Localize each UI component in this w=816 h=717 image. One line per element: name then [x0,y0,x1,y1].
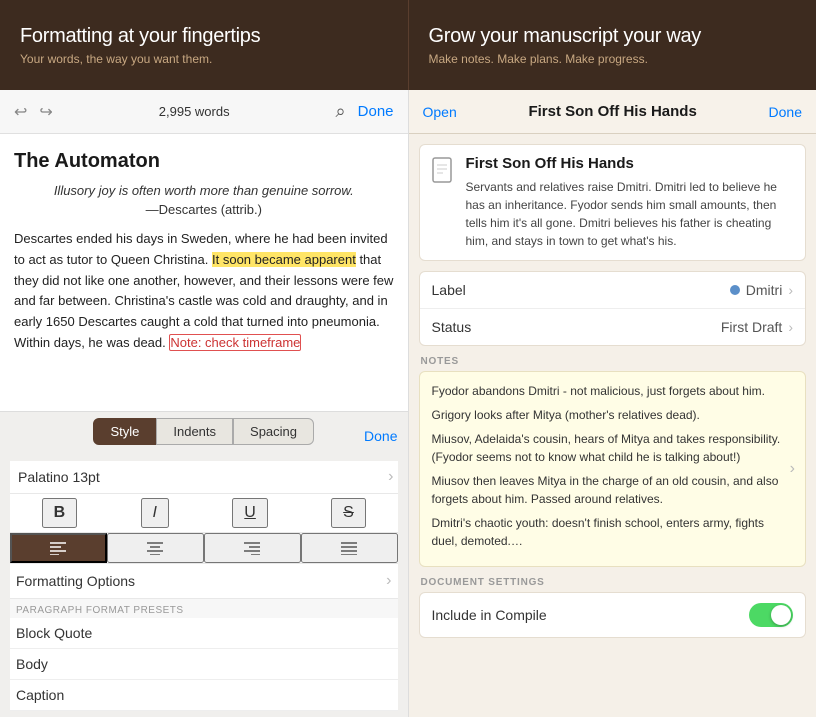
nav-right: ⌕ Done [336,101,394,122]
doc-title: The Automaton [14,150,394,173]
search-icon[interactable]: ⌕ [336,101,346,122]
status-arrow: › [788,319,793,335]
banner-right: Grow your manuscript your way Make notes… [409,0,816,90]
left-panel: ↩ ↪ 2,995 words ⌕ Done The Automaton Ill… [0,90,409,717]
right-content: First Son Off His Hands Servants and rel… [409,134,816,717]
banner-left: Formatting at your fingertips Your words… [0,0,409,90]
ios-nav-bar: ↩ ↪ 2,995 words ⌕ Done [0,90,408,134]
note-2: Grigory looks after Mitya (mother's rela… [432,406,794,424]
label-value: Dmitri › [730,282,793,298]
settings-section: DOCUMENT SETTINGS Include in Compile [419,577,807,638]
preset-caption[interactable]: Caption [10,680,398,711]
notes-arrow: › [790,460,795,478]
status-field: Status [432,319,472,335]
right-panel: Open First Son Off His Hands Done First … [409,90,816,717]
format-toolbar: Style Indents Spacing Done Palatino 13pt… [0,411,408,717]
doc-section: First Son Off His Hands Servants and rel… [419,144,807,261]
align-center-button[interactable] [107,533,204,563]
align-justify-button[interactable] [301,533,398,563]
preset-block-quote[interactable]: Block Quote [10,618,398,649]
preset-body[interactable]: Body [10,649,398,680]
status-value: First Draft › [721,319,793,335]
label-arrow: › [788,282,793,298]
notes-section: NOTES Fyodor abandons Dmitri - not malic… [419,356,807,567]
note-5: Dmitri's chaotic youth: doesn't finish s… [432,514,794,550]
tab-spacing[interactable]: Spacing [233,418,314,445]
doc-quote: Illusory joy is often worth more than ge… [14,183,394,198]
align-row [10,533,398,564]
label-dot [730,285,740,295]
format-tabs: Style Indents Spacing [93,418,314,445]
align-right-button[interactable] [204,533,301,563]
right-nav-title: First Son Off His Hands [528,103,696,120]
italic-button[interactable]: I [141,498,169,528]
status-value-text: First Draft [721,319,782,335]
doc-body: Descartes ended his days in Sweden, wher… [14,229,394,354]
body-highlight-yellow: It soon became apparent [212,252,356,267]
editor-content: The Automaton Illusory joy is often wort… [0,134,408,411]
banner-left-title: Formatting at your fingertips [20,25,388,48]
right-nav-done-button[interactable]: Done [769,104,802,120]
format-options-label: Formatting Options [16,573,135,589]
status-row[interactable]: Status First Draft › [420,309,806,345]
notes-header: NOTES [419,356,807,367]
tab-indents[interactable]: Indents [156,418,233,445]
right-nav-bar: Open First Son Off His Hands Done [409,90,816,134]
doc-details: First Son Off His Hands Servants and rel… [466,155,794,250]
bold-button[interactable]: B [42,498,78,528]
redo-icon[interactable]: ↪ [39,102,52,122]
note-1: Fyodor abandons Dmitri - not malicious, … [432,382,794,400]
tab-style[interactable]: Style [93,418,156,445]
settings-header: DOCUMENT SETTINGS [419,577,807,588]
settings-card: Include in Compile [419,592,807,638]
include-compile-label: Include in Compile [432,607,547,623]
doc-attribution: —Descartes (attrib.) [14,202,394,217]
nav-icons: ↩ ↪ [14,102,53,122]
format-options-arrow: › [386,572,391,590]
underline-button[interactable]: U [232,498,268,528]
nav-done-button[interactable]: Done [358,103,394,120]
presets-label: PARAGRAPH FORMAT PRESETS [10,599,398,618]
format-options-row[interactable]: Formatting Options › [10,564,398,599]
font-row: Palatino 13pt › [10,461,398,494]
banner-right-subtitle: Make notes. Make plans. Make progress. [429,52,797,66]
include-compile-row: Include in Compile [420,593,806,637]
font-label: Palatino 13pt [14,465,104,489]
label-value-text: Dmitri [746,282,783,298]
main-content: ↩ ↪ 2,995 words ⌕ Done The Automaton Ill… [0,90,816,717]
note-4: Miusov then leaves Mitya in the charge o… [432,472,794,508]
right-nav-open-button[interactable]: Open [423,104,457,120]
top-banners: Formatting at your fingertips Your words… [0,0,816,90]
undo-icon[interactable]: ↩ [14,102,27,122]
doc-synopsis: Servants and relatives raise Dmitri. Dmi… [466,178,794,250]
label-row[interactable]: Label Dmitri › [420,272,806,309]
format-done-button[interactable]: Done [364,428,397,444]
doc-section-title: First Son Off His Hands [466,155,794,172]
word-count: 2,995 words [159,104,230,119]
meta-section: Label Dmitri › Status First Draft › [419,271,807,346]
banner-left-subtitle: Your words, the way you want them. [20,52,388,66]
notes-card[interactable]: Fyodor abandons Dmitri - not malicious, … [419,371,807,567]
doc-file-icon [432,157,456,191]
style-row: B I U S [10,494,398,533]
note-3: Miusov, Adelaida's cousin, hears of Mity… [432,430,794,466]
body-highlight-red: Note: check timeframe [169,334,301,351]
include-compile-toggle[interactable] [749,603,793,627]
strikethrough-button[interactable]: S [331,498,366,528]
banner-right-title: Grow your manuscript your way [429,25,797,48]
font-arrow: › [388,468,393,486]
label-field: Label [432,282,466,298]
format-tabs-wrapper: Style Indents Spacing Done [10,418,398,453]
align-left-button[interactable] [10,533,107,563]
